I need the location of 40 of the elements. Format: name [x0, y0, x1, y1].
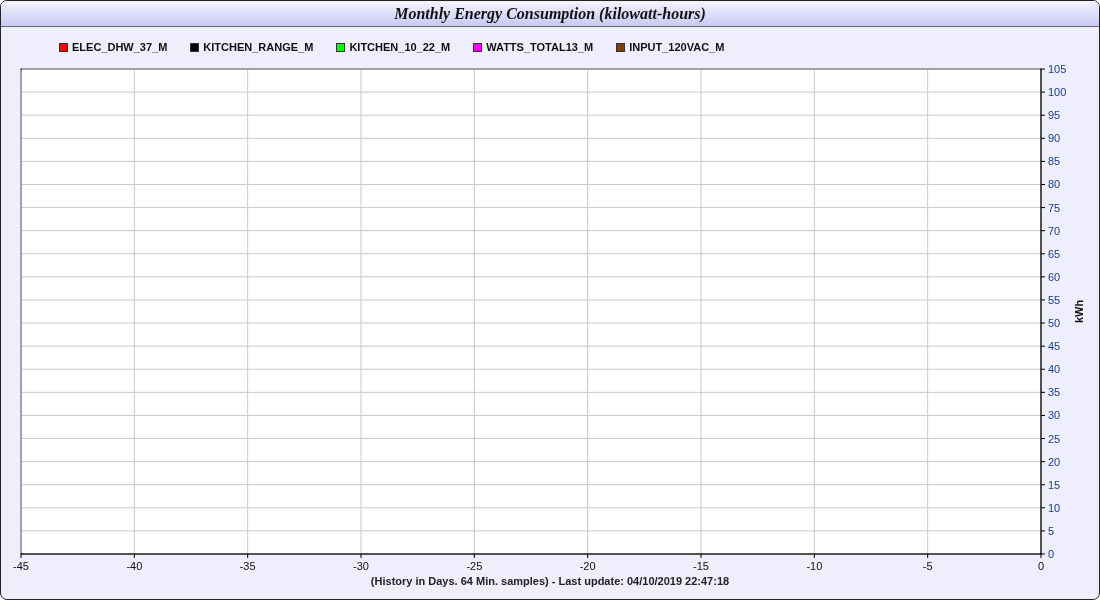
footer-caption: (History in Days. 64 Min. samples) - Last update: 04/10/2019 22:47:18	[369, 575, 731, 587]
legend-label: INPUT_120VAC_M	[629, 41, 725, 53]
y-tick-label: 30	[1048, 409, 1061, 422]
y-tick-label: 90	[1048, 132, 1061, 145]
y-tick-label: 75	[1048, 201, 1061, 214]
legend-label: ELEC_DHW_37_M	[72, 41, 168, 53]
y-axis-title: kWh	[1073, 299, 1085, 324]
legend-label: KITCHEN_RANGE_M	[203, 41, 314, 53]
y-tick-label: 100	[1048, 86, 1067, 99]
y-tick-label: 35	[1048, 386, 1061, 399]
x-tick-label: 0	[1037, 560, 1045, 572]
y-tick-label: 105	[1048, 63, 1067, 75]
x-tick-label: -40	[126, 560, 143, 572]
y-tick-label: 60	[1048, 270, 1061, 283]
y-tick-label: 40	[1048, 363, 1061, 376]
y-tick-label: 25	[1048, 432, 1061, 445]
legend-label: KITCHEN_10_22_M	[349, 41, 451, 53]
x-tick-label: -15	[693, 560, 709, 572]
x-tick-label: -25	[466, 560, 483, 572]
x-tick-label: -20	[579, 560, 596, 572]
x-tick-label: -35	[239, 560, 256, 572]
x-tick-label: -10	[806, 560, 823, 572]
x-tick-label: -45	[13, 560, 29, 572]
y-tick-label: 80	[1048, 178, 1061, 191]
legend-label: WATTS_TOTAL13_M	[486, 41, 594, 53]
y-tick-label: 10	[1048, 501, 1061, 514]
y-tick-label: 20	[1048, 455, 1061, 468]
y-tick-label: 65	[1048, 247, 1061, 260]
y-tick-label: 50	[1048, 317, 1061, 330]
y-tick-label: 95	[1048, 109, 1061, 122]
y-tick-label: 45	[1048, 340, 1061, 353]
y-tick-label: 15	[1048, 478, 1061, 491]
x-tick-label: -5	[922, 560, 933, 572]
x-tick-label: -30	[353, 560, 369, 572]
y-tick-label: 0	[1048, 548, 1055, 560]
chart-title: Monthly Energy Consumption (kilowatt-hours)	[394, 4, 706, 23]
y-tick-label: 85	[1048, 155, 1061, 168]
y-tick-label: 55	[1048, 293, 1061, 306]
y-tick-label: 5	[1048, 524, 1055, 537]
y-tick-label: 70	[1048, 224, 1061, 237]
